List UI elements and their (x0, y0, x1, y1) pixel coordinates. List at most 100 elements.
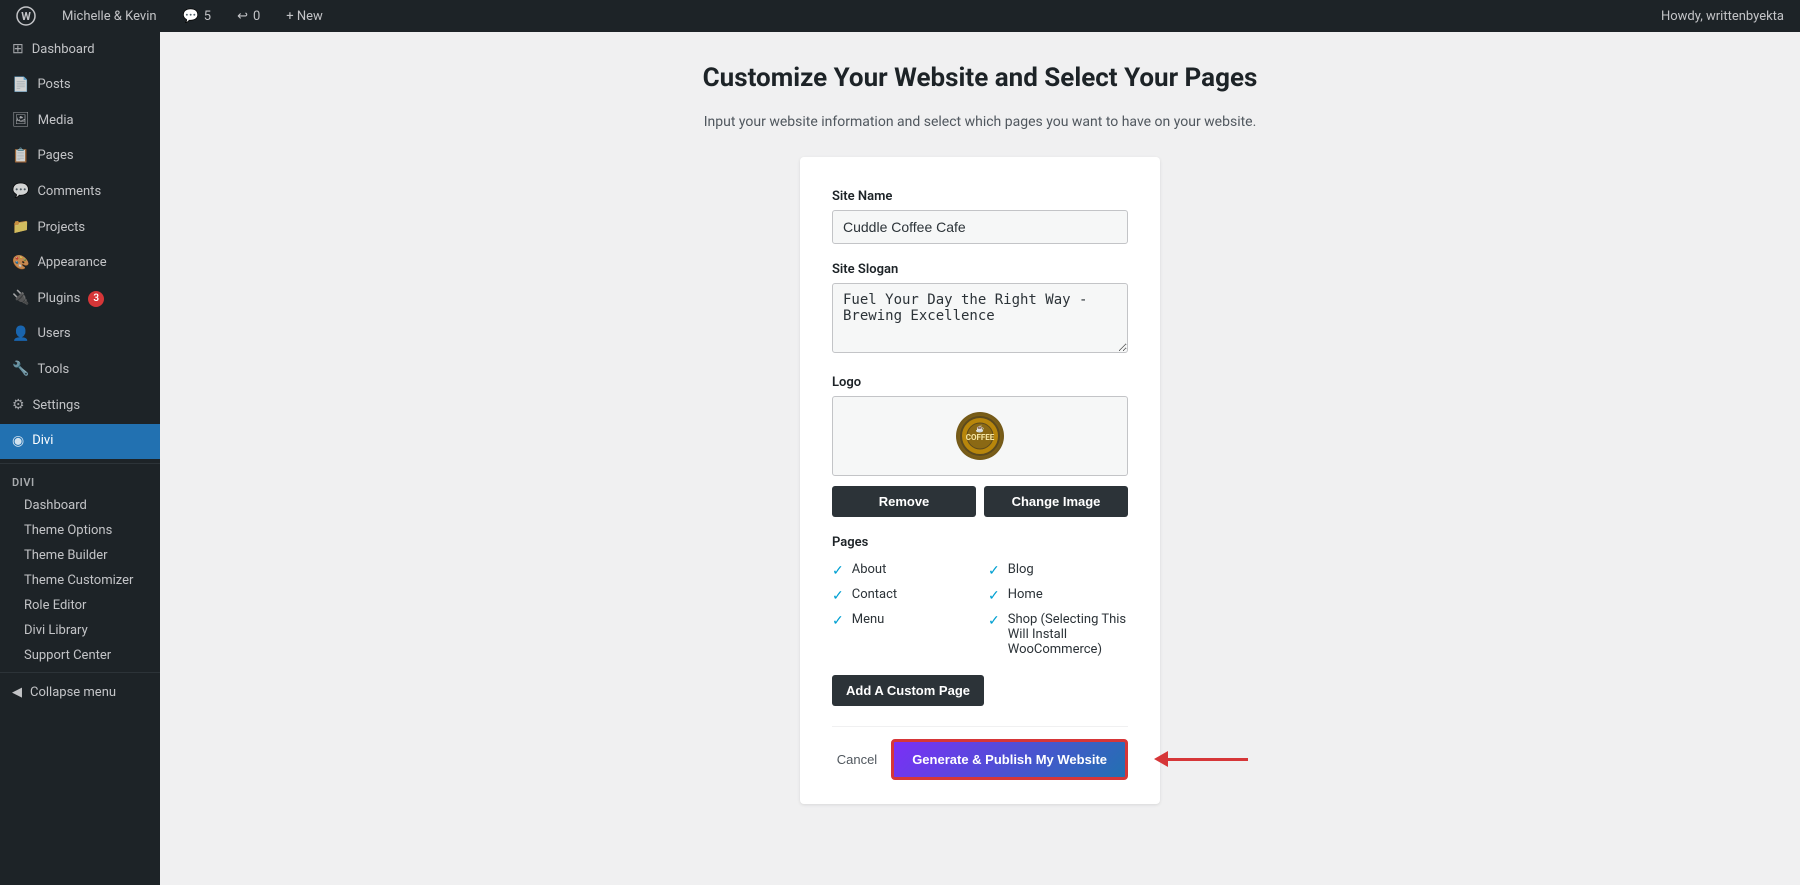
collapse-icon: ◀ (12, 685, 22, 700)
arrow-line (1168, 758, 1248, 761)
collapse-menu-button[interactable]: ◀ Collapse menu (0, 677, 160, 708)
sub-item-theme-options[interactable]: Theme Options (0, 518, 160, 543)
comment-count: 5 (204, 9, 211, 24)
sidebar-item-tools[interactable]: 🔧 Tools (0, 352, 160, 388)
svg-text:COFFEE: COFFEE (966, 433, 995, 442)
sidebar-item-dashboard[interactable]: ⊞ Dashboard (0, 32, 160, 68)
projects-icon: 📁 (12, 218, 29, 238)
sidebar-item-media[interactable]: 🖼 Media (0, 103, 160, 139)
sidebar-settings-label: Settings (33, 397, 80, 415)
reply-item[interactable]: ↩ 0 (231, 0, 266, 32)
sidebar-item-users[interactable]: 👤 Users (0, 317, 160, 353)
howdy-item[interactable]: Howdy, writtenbyekta (1655, 0, 1790, 32)
sidebar-item-appearance[interactable]: 🎨 Appearance (0, 246, 160, 282)
check-icon-menu: ✓ (832, 613, 844, 629)
sidebar-tools-label: Tools (37, 361, 69, 379)
sidebar-item-plugins[interactable]: 🔌 Plugins 3 (0, 281, 160, 317)
appearance-icon: 🎨 (12, 254, 29, 274)
sidebar-item-pages[interactable]: 📋 Pages (0, 139, 160, 175)
sidebar-plugins-label: Plugins (37, 290, 80, 308)
add-custom-page-button[interactable]: Add A Custom Page (832, 675, 984, 706)
generate-publish-button[interactable]: Generate & Publish My Website (891, 739, 1128, 780)
generate-container: Generate & Publish My Website (891, 739, 1128, 780)
card-footer: Cancel Generate & Publish My Website (832, 726, 1128, 780)
site-slogan-input[interactable]: Fuel Your Day the Right Way - Brewing Ex… (832, 283, 1128, 353)
logo-group: Logo COFFEE ☕ Remove Change Image (832, 375, 1128, 517)
sidebar-item-comments[interactable]: 💬 Comments (0, 174, 160, 210)
site-name-group: Site Name (832, 189, 1128, 244)
plugins-badge: 3 (88, 291, 104, 307)
comments-icon: 💬 (12, 182, 29, 202)
page-label-blog: Blog (1008, 562, 1034, 577)
site-name-item[interactable]: Michelle & Kevin (56, 0, 163, 32)
remove-button[interactable]: Remove (832, 486, 976, 517)
page-label-shop: Shop (Selecting This Will Install WooCom… (1008, 612, 1128, 657)
sidebar-dashboard-label: Dashboard (32, 41, 95, 59)
page-title: Customize Your Website and Select Your P… (703, 62, 1258, 96)
comments-item[interactable]: 💬 5 (177, 0, 218, 32)
logo-image: COFFEE ☕ (956, 412, 1004, 460)
collapse-menu-label: Collapse menu (30, 685, 116, 700)
sidebar-users-label: Users (37, 325, 70, 343)
pages-icon: 📋 (12, 147, 29, 167)
sidebar-item-projects[interactable]: 📁 Projects (0, 210, 160, 246)
svg-text:☕: ☕ (976, 424, 985, 433)
howdy-label: Howdy, writtenbyekta (1661, 9, 1784, 24)
page-label-contact: Contact (852, 587, 897, 602)
change-image-button[interactable]: Change Image (984, 486, 1128, 517)
sub-item-role-editor[interactable]: Role Editor (0, 593, 160, 618)
page-label-home: Home (1008, 587, 1043, 602)
page-check-contact: ✓ Contact (832, 587, 972, 604)
divi-icon: ◉ (12, 432, 24, 452)
divi-section-label: Divi (0, 468, 160, 493)
sub-item-support-center[interactable]: Support Center (0, 643, 160, 668)
content-area: Customize Your Website and Select Your P… (160, 32, 1800, 885)
sub-item-theme-customizer[interactable]: Theme Customizer (0, 568, 160, 593)
logo-buttons: Remove Change Image (832, 486, 1128, 517)
check-icon-contact: ✓ (832, 588, 844, 604)
pages-label: Pages (832, 535, 1128, 550)
page-check-blog: ✓ Blog (988, 562, 1128, 579)
red-arrow-annotation (1154, 751, 1248, 767)
page-check-shop: ✓ Shop (Selecting This Will Install WooC… (988, 612, 1128, 657)
sidebar-appearance-label: Appearance (37, 254, 106, 272)
users-icon: 👤 (12, 325, 29, 345)
check-icon-blog: ✓ (988, 563, 1000, 579)
page-label-about: About (852, 562, 887, 577)
sub-item-dashboard[interactable]: Dashboard (0, 493, 160, 518)
logo-label: Logo (832, 375, 1128, 390)
cancel-button[interactable]: Cancel (837, 752, 877, 767)
arrow-head (1154, 751, 1168, 767)
wp-logo-item[interactable]: W (10, 0, 42, 32)
sidebar: ⊞ Dashboard 📄 Posts 🖼 Media 📋 Pages 💬 Co… (0, 32, 160, 885)
tools-icon: 🔧 (12, 360, 29, 380)
reply-count: 0 (253, 9, 260, 24)
sub-item-divi-library[interactable]: Divi Library (0, 618, 160, 643)
pages-grid: ✓ About ✓ Blog ✓ Contact ✓ Home (832, 562, 1128, 657)
admin-bar: W Michelle & Kevin 💬 5 ↩ 0 + New Howdy, … (0, 0, 1800, 32)
dashboard-icon: ⊞ (12, 40, 24, 60)
page-check-menu: ✓ Menu (832, 612, 972, 657)
sidebar-projects-label: Projects (37, 219, 85, 237)
media-icon: 🖼 (12, 111, 30, 131)
svg-text:W: W (21, 10, 31, 23)
site-name-input[interactable] (832, 210, 1128, 244)
reply-icon: ↩ (237, 9, 248, 24)
settings-icon: ⚙ (12, 396, 25, 416)
new-item[interactable]: + New (280, 0, 329, 32)
sidebar-item-settings[interactable]: ⚙ Settings (0, 388, 160, 424)
new-label: + New (286, 9, 323, 24)
page-heading: Customize Your Website and Select Your P… (703, 62, 1258, 96)
site-slogan-group: Site Slogan Fuel Your Day the Right Way … (832, 262, 1128, 357)
customize-card: Site Name Site Slogan Fuel Your Day the … (800, 157, 1160, 804)
logo-preview: COFFEE ☕ (832, 396, 1128, 476)
check-icon-shop: ✓ (988, 613, 1000, 629)
pages-group: Pages ✓ About ✓ Blog ✓ Contact (832, 535, 1128, 657)
sidebar-comments-label: Comments (37, 183, 101, 201)
sidebar-pages-label: Pages (37, 147, 73, 165)
sidebar-item-posts[interactable]: 📄 Posts (0, 68, 160, 104)
sub-item-theme-builder[interactable]: Theme Builder (0, 543, 160, 568)
plugins-icon: 🔌 (12, 289, 29, 309)
posts-icon: 📄 (12, 76, 29, 96)
sidebar-item-divi[interactable]: ◉ Divi (0, 424, 160, 460)
